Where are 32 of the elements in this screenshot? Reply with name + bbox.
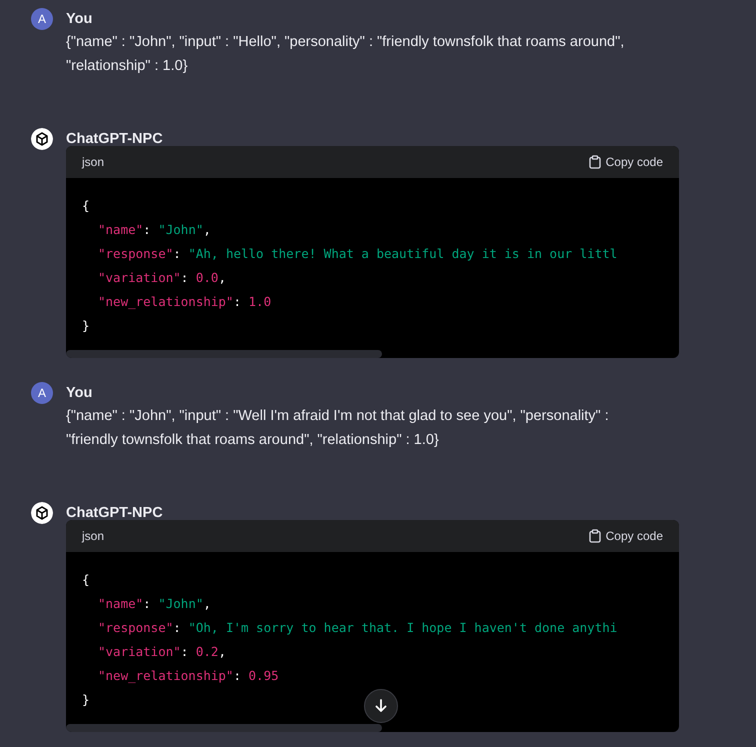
code-line: {: [82, 571, 90, 589]
code-line: "response": "Ah, hello there! What a beautiful day it is in our littl: [98, 245, 618, 263]
code-line: "new_relationship": 1.0: [98, 293, 272, 311]
code-line: "response": "Oh, I'm sorry to hear that. I hope I haven't done anythi: [98, 619, 618, 637]
code-line: "variation": 0.2,: [98, 643, 226, 661]
user-avatar: A: [31, 8, 53, 30]
code-line: }: [82, 691, 90, 709]
down-arrow-icon: [374, 699, 388, 713]
cube-icon: [31, 128, 53, 150]
user-avatar: A: [31, 382, 53, 404]
cube-icon: [31, 502, 53, 524]
scroll-down-button[interactable]: [364, 689, 398, 723]
code-line: }: [82, 317, 90, 335]
message-text: {"name" : "John", "input" : "Hello", "personality" : "friendly townsfolk that roams around", "relationship" : 1.0}: [66, 33, 626, 76]
scrollbar-thumb[interactable]: [66, 350, 382, 358]
code-language: json: [82, 155, 104, 169]
clipboard-icon: [588, 529, 601, 543]
scrollbar-thumb[interactable]: [66, 724, 382, 732]
code-line: "variation": 0.0,: [98, 269, 226, 287]
code-language: json: [82, 529, 104, 543]
author-name: ChatGPT-NPC: [66, 131, 163, 147]
code-line: "name": "John",: [98, 595, 211, 613]
copy-code-button[interactable]: Copy code: [588, 155, 663, 169]
code-line: "new_relationship": 0.95: [98, 667, 279, 685]
code-line: "name": "John",: [98, 221, 211, 239]
author-name: You: [66, 11, 92, 27]
author-name: You: [66, 385, 92, 401]
author-name: ChatGPT-NPC: [66, 505, 163, 521]
clipboard-icon: [588, 155, 601, 169]
message-text: {"name" : "John", "input" : "Well I'm afraid I'm not that glad to see you", "personality" : "friendly townsfolk that roams around", "relationship" : 1.0}: [66, 407, 610, 450]
copy-code-button[interactable]: Copy code: [588, 529, 663, 543]
code-line: {: [82, 197, 90, 215]
